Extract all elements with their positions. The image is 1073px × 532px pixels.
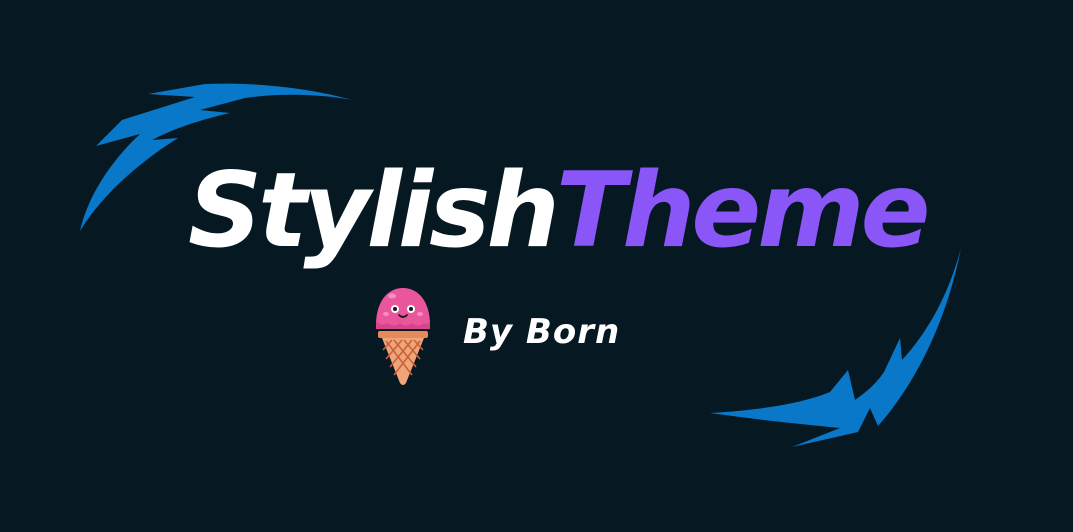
logo-title: StylishTheme [188, 160, 930, 263]
logo-byline: By Born [463, 312, 621, 352]
mascot-pupil-right [409, 307, 413, 311]
scoop-shape [376, 288, 430, 329]
logo-title-part1: Stylish [188, 151, 560, 271]
mascot-pupil-left [393, 307, 397, 311]
mascot-cheek-left [383, 312, 389, 316]
logo-title-part2: Theme [555, 151, 931, 271]
swoosh-bottom-right-shape [710, 248, 961, 447]
scoop-highlight [388, 293, 396, 299]
logo-banner: StylishTheme By Born [0, 0, 1073, 532]
mascot-cheek-right [417, 312, 423, 316]
cone-rim [378, 331, 428, 338]
ice-cream-cone-icon [376, 288, 430, 385]
